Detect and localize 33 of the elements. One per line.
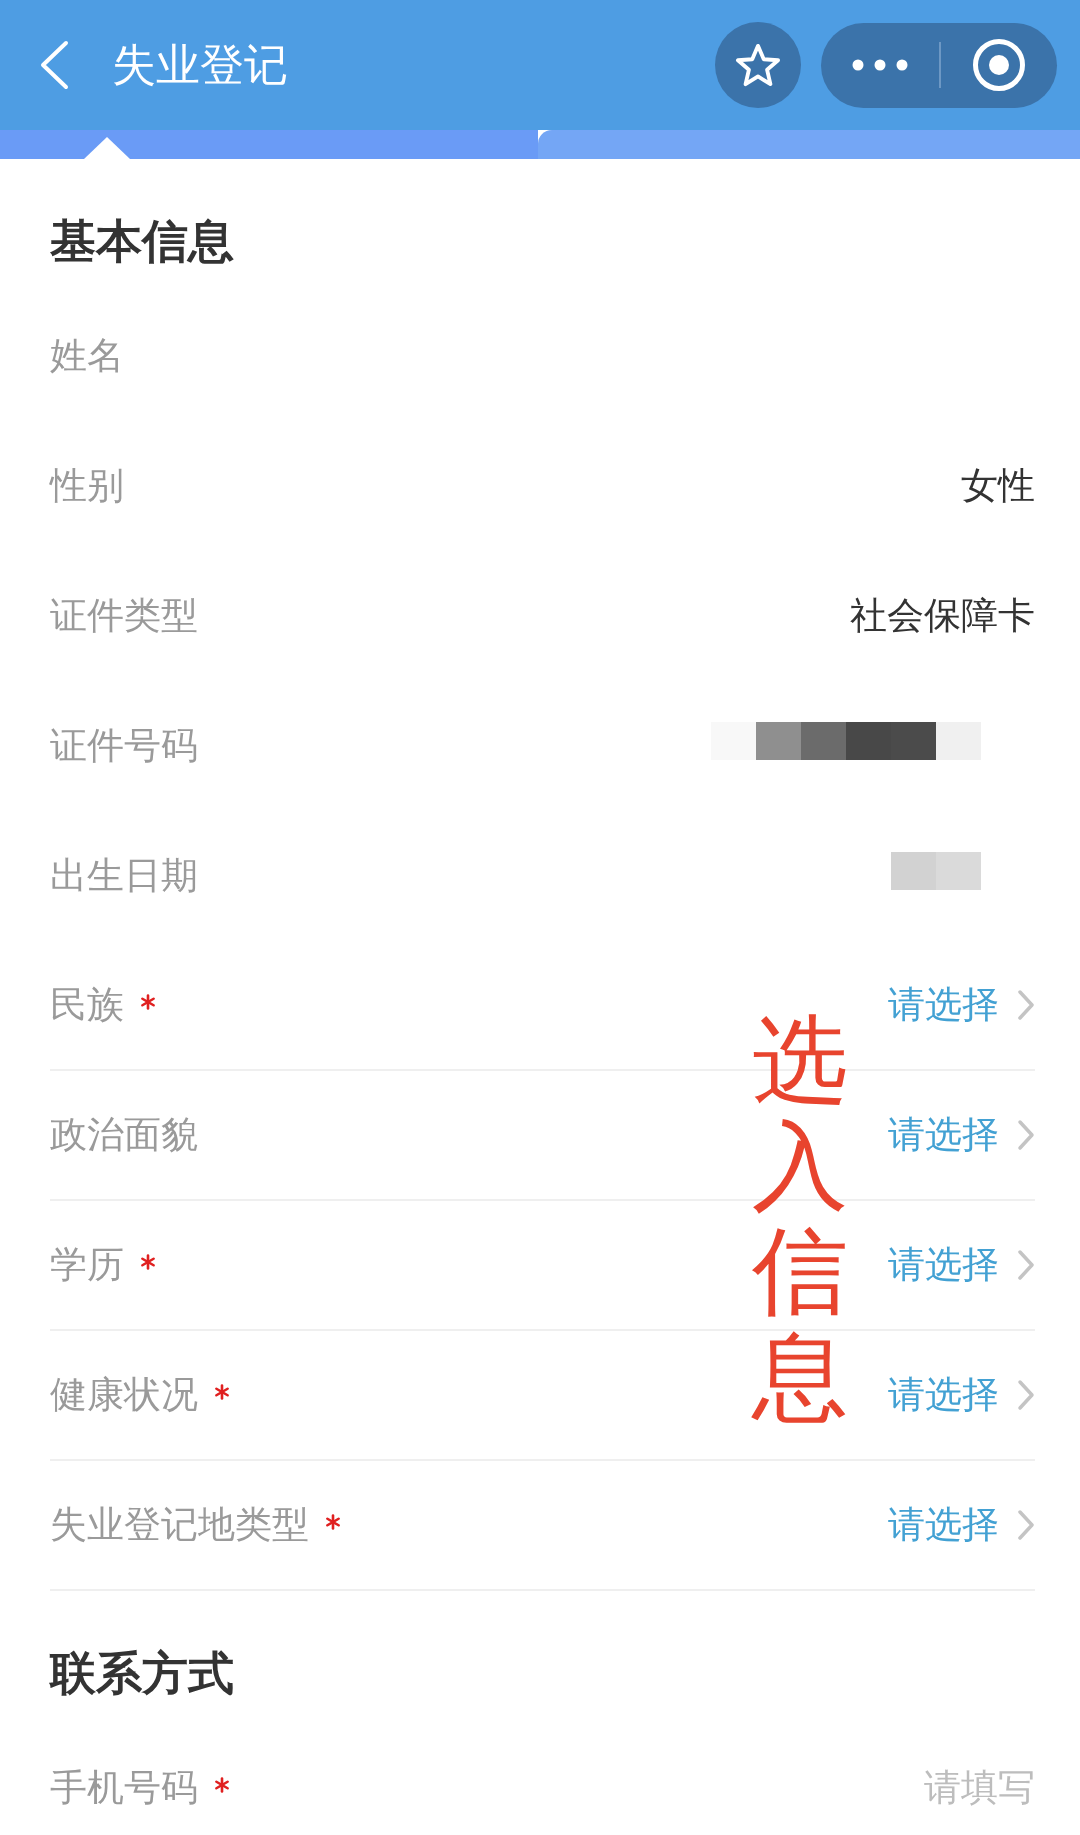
triangle-pointer-icon [84, 137, 130, 159]
more-icon [852, 59, 908, 71]
field-value: 社会保障卡 [850, 594, 1035, 638]
field-label: 失业登记地类型 [50, 1503, 309, 1547]
page-title: 失业登记 [112, 39, 288, 91]
section-title: 基本信息 [50, 213, 235, 269]
input-field[interactable]: 请填写 [715, 1763, 1035, 1813]
chevron-right-icon [1017, 1119, 1035, 1151]
field-label: 学历 [50, 1243, 124, 1287]
field-value: 女性 [961, 464, 1035, 508]
select-field[interactable]: 请选择 [888, 983, 1035, 1027]
chevron-left-icon [38, 40, 70, 90]
field-label: 政治面貌 [50, 1113, 198, 1157]
field-label: 出生日期 [50, 854, 198, 898]
select-field[interactable]: 请选择 [888, 1503, 1035, 1547]
field-label: 性别 [50, 464, 124, 508]
chevron-right-icon [1017, 1249, 1035, 1281]
field-label: 健康状况 [50, 1373, 198, 1417]
field-label: 证件号码 [50, 724, 198, 768]
circle-dot-icon [972, 38, 1026, 92]
handwritten-annotation: 选入信息 [752, 1008, 848, 1431]
field-label: 手机号码 [50, 1766, 198, 1810]
section-title: 联系方式 [50, 1645, 235, 1701]
select-field[interactable]: 请选择 [888, 1243, 1035, 1287]
field-label: 姓名 [50, 334, 124, 378]
select-field[interactable]: 请选择 [888, 1113, 1035, 1157]
star-icon [735, 43, 781, 87]
select-field[interactable]: 请选择 [888, 1373, 1035, 1417]
field-label: 证件类型 [50, 594, 198, 638]
chevron-right-icon [1017, 1509, 1035, 1541]
chevron-right-icon [1017, 1379, 1035, 1411]
chevron-right-icon [1017, 989, 1035, 1021]
field-label: 民族 [50, 983, 124, 1027]
